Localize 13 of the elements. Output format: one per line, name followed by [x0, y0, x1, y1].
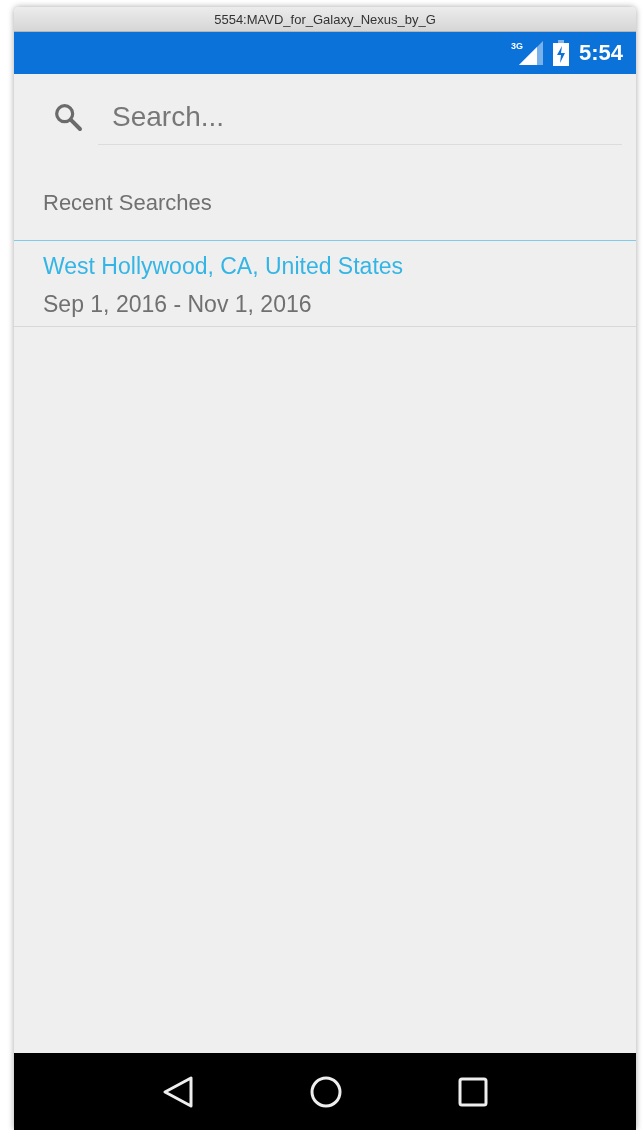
search-field[interactable]: Search...	[98, 89, 622, 145]
place-name: West Hollywood, CA, United States	[43, 253, 404, 280]
battery-icon	[552, 40, 569, 66]
recents-icon[interactable]	[458, 1076, 488, 1107]
window-title: 5554:MAVD_for_Galaxy_Nexus_by_G	[14, 7, 636, 32]
network-type-label: 3G	[510, 41, 523, 51]
date-range: Sep 1, 2016 - Nov 1, 2016	[43, 291, 312, 318]
section-heading: Recent Searches	[14, 144, 636, 241]
clock-time: 5:54	[578, 40, 623, 66]
recent-search-item[interactable]: West Hollywood, CA, United States Sep 1, 2016 - Nov 1, 2016	[14, 241, 636, 327]
home-icon[interactable]	[310, 1075, 342, 1108]
search-icon	[52, 101, 84, 133]
back-icon[interactable]	[162, 1074, 194, 1109]
